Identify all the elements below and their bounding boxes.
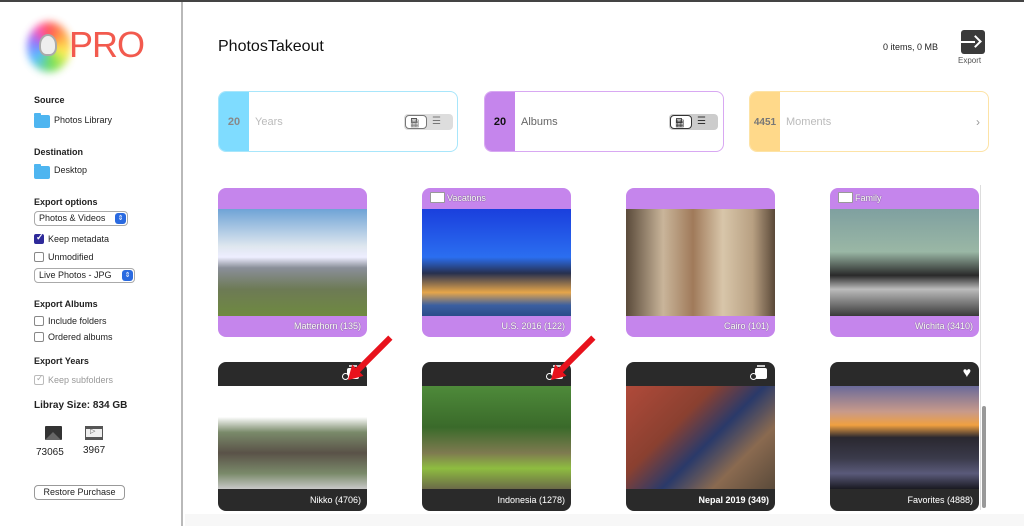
shared-album-icon: [750, 365, 767, 380]
chevron-updown-icon: ⇕: [115, 213, 126, 224]
keep-metadata-checkbox[interactable]: [34, 232, 44, 244]
album-title: Nikko (4706): [309, 495, 361, 505]
video-icon: [85, 426, 103, 440]
photo-count: 73065: [36, 447, 64, 458]
album-tile[interactable]: Cairo (101): [626, 188, 775, 337]
album-tile[interactable]: Nikko (4706): [218, 362, 367, 511]
grid-view-icon[interactable]: ▦: [670, 115, 692, 129]
category-card-moments[interactable]: 4451 Moments ›: [749, 91, 989, 152]
view-toggle[interactable]: ▦ ☰: [404, 114, 453, 130]
app-logo: PRO: [25, 18, 155, 76]
destination-value[interactable]: Desktop: [54, 165, 87, 175]
grid-view-icon[interactable]: ▦: [405, 115, 427, 129]
keep-subfolders-checkbox[interactable]: [34, 373, 44, 385]
album-photo-screen: [830, 209, 979, 316]
items-summary: 0 items, 0 MB: [883, 42, 939, 52]
logo-bulb-icon: [39, 34, 57, 56]
album-title: Indonesia (1278): [497, 495, 565, 505]
album-tile[interactable]: Nepal 2019 (349): [626, 362, 775, 511]
live-photos-select[interactable]: Live Photos - JPG ⇕: [34, 268, 135, 283]
live-photos-value: Live Photos - JPG: [39, 270, 112, 280]
album-photo-shrine: [218, 386, 367, 489]
media-type-select[interactable]: Photos & Videos ⇕: [34, 211, 128, 226]
video-count: 3967: [83, 445, 106, 456]
album-tile[interactable]: Indonesia (1278): [422, 362, 571, 511]
category-card-albums[interactable]: 20 Albums ▦ ☰: [484, 91, 724, 152]
logo-text: PRO: [69, 24, 145, 65]
chevron-right-icon[interactable]: ›: [976, 92, 980, 151]
list-view-icon[interactable]: ☰: [432, 114, 441, 129]
album-photo-city: [422, 209, 571, 316]
source-value[interactable]: Photos Library: [54, 115, 112, 125]
export-button-label[interactable]: Export: [958, 56, 981, 65]
sidebar: PRO Source Photos Library Destination De…: [0, 2, 183, 526]
album-title: Wichita (3410): [914, 321, 973, 331]
album-tile[interactable]: ♥ Favorites (4888): [830, 362, 979, 511]
export-albums-heading: Export Albums: [34, 299, 98, 309]
folder-icon: [430, 192, 445, 203]
ordered-albums-checkbox[interactable]: [34, 332, 44, 342]
source-heading: Source: [34, 95, 65, 105]
category-label: Moments: [786, 116, 832, 128]
export-years-heading: Export Years: [34, 356, 89, 366]
view-toggle[interactable]: ▦ ☰: [669, 114, 718, 130]
folder-label: Vacations: [430, 192, 486, 203]
library-size: Libray Size: 834 GB: [34, 400, 128, 411]
album-title: Cairo (101): [723, 321, 769, 331]
scrollbar-thumb[interactable]: [982, 406, 986, 508]
album-title: Nepal 2019 (349): [698, 495, 769, 505]
category-label: Years: [255, 116, 283, 128]
category-count: 20: [219, 92, 249, 151]
category-count: 20: [485, 92, 515, 151]
folder-icon: [838, 192, 853, 203]
album-photo-mountain: [218, 209, 367, 316]
album-tile[interactable]: Matterhorn (135): [218, 188, 367, 337]
album-title: Favorites (4888): [907, 495, 973, 505]
category-count: 4451: [750, 92, 780, 151]
restore-purchase-button[interactable]: Restore Purchase: [34, 485, 125, 500]
destination-heading: Destination: [34, 147, 84, 157]
include-folders-label: Include folders: [48, 316, 107, 326]
album-title: U.S. 2016 (122): [501, 321, 565, 331]
unmodified-checkbox[interactable]: [34, 252, 44, 262]
export-options-heading: Export options: [34, 197, 98, 207]
annotation-arrow: [555, 335, 596, 376]
album-photo-people: [626, 209, 775, 316]
photo-icon: [45, 426, 62, 440]
media-type-value: Photos & Videos: [39, 213, 106, 223]
category-card-years[interactable]: 20 Years ▦ ☰: [218, 91, 458, 152]
page-title: PhotosTakeout: [218, 38, 324, 55]
keep-metadata-label: Keep metadata: [48, 234, 110, 244]
chevron-updown-icon: ⇕: [122, 270, 133, 281]
album-tile[interactable]: Family Wichita (3410): [830, 188, 979, 337]
unmodified-label: Unmodified: [48, 252, 94, 262]
heart-icon: ♥: [962, 364, 971, 380]
category-label: Albums: [521, 116, 558, 128]
export-icon[interactable]: [957, 30, 985, 54]
keep-subfolders-label: Keep subfolders: [48, 375, 114, 385]
folder-icon: [34, 164, 50, 179]
album-photo-sunset: [830, 386, 979, 489]
list-view-icon[interactable]: ☰: [697, 114, 706, 129]
album-photo-dinner: [626, 386, 775, 489]
folder-icon: [34, 113, 50, 128]
bottom-bar: [185, 514, 1024, 526]
annotation-arrow: [352, 335, 393, 376]
include-folders-checkbox[interactable]: [34, 316, 44, 326]
ordered-albums-label: Ordered albums: [48, 332, 113, 342]
album-photo-lilypads: [422, 386, 571, 489]
album-title: Matterhorn (135): [293, 321, 361, 331]
album-tile[interactable]: Vacations U.S. 2016 (122): [422, 188, 571, 337]
folder-label: Family: [838, 192, 882, 203]
